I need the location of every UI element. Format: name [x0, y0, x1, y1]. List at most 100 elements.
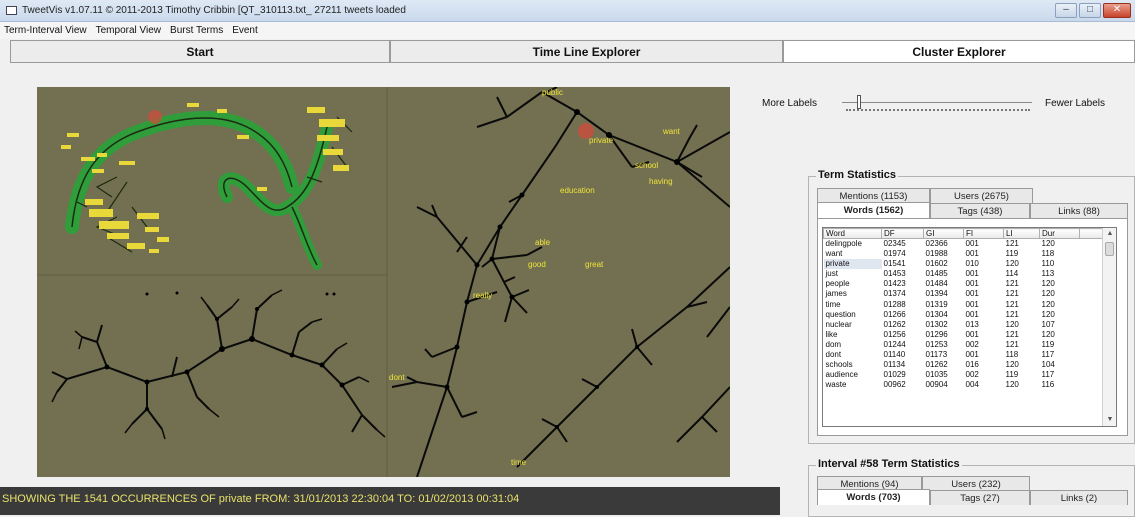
cell-dur: 120	[1041, 329, 1055, 339]
cell-fi: 001	[965, 329, 979, 339]
table-row[interactable]: nuclear 01262 01302 013 120 107	[824, 320, 1104, 330]
cell-fi: 004	[965, 380, 979, 390]
table-row[interactable]: time 01288 01319 001 121 120	[824, 299, 1104, 309]
title-bar: TweetVis v1.07.11 © 2011-2013 Timothy Cr…	[0, 0, 1135, 22]
table-row[interactable]: audience 01029 01035 002 119 117	[824, 370, 1104, 380]
scroll-down-icon[interactable]: ▼	[1103, 414, 1116, 426]
cell-dur: 119	[1041, 339, 1055, 349]
cell-li: 119	[1005, 249, 1019, 259]
tab-start[interactable]: Start	[10, 40, 390, 62]
cell-df: 01974	[883, 249, 906, 259]
table-row[interactable]: waste 00962 00904 004 120 116	[824, 380, 1104, 390]
term-table[interactable]: Word DF GI FI LI Dur delingpole 02345 0236…	[822, 227, 1117, 427]
minimize-button[interactable]: –	[1055, 3, 1077, 18]
cell-word: just	[825, 269, 838, 279]
cell-fi: 001	[965, 349, 979, 359]
cell-fi: 010	[965, 259, 979, 269]
cell-li: 121	[1005, 289, 1019, 299]
table-row[interactable]: want 01974 01988 001 119 118	[824, 249, 1104, 259]
table-row[interactable]: people 01423 01484 001 121 120	[824, 279, 1104, 289]
cell-dur: 113	[1041, 269, 1055, 279]
cell-gi: 02366	[925, 239, 948, 248]
cell-fi: 001	[965, 289, 979, 299]
cell-li: 120	[1005, 360, 1019, 370]
cell-gi: 01173	[925, 349, 948, 359]
table-row[interactable]: dom 01244 01253 002 121 119	[824, 340, 1104, 350]
cell-li: 120	[1005, 319, 1019, 329]
app-icon	[6, 6, 17, 15]
col-gi[interactable]: GI	[923, 228, 964, 239]
node-label-good: good	[528, 260, 546, 269]
node-label-able: able	[535, 238, 551, 247]
interval-tab-words[interactable]: Words (703)	[817, 489, 930, 505]
tab-users[interactable]: Users (2675)	[930, 188, 1033, 203]
node-label-great: great	[585, 260, 604, 269]
scroll-up-icon[interactable]: ▲	[1103, 228, 1116, 240]
cluster-visualization[interactable]: public private want school having educat…	[37, 87, 730, 477]
cell-li: 119	[1005, 370, 1019, 380]
cell-dur: 120	[1041, 299, 1055, 309]
cell-word: waste	[825, 380, 847, 390]
cell-dur: 120	[1041, 289, 1055, 299]
menu-bar: Term-Interval View Temporal View Burst T…	[0, 22, 1135, 39]
menu-term-interval-view[interactable]: Term-Interval View	[4, 25, 87, 36]
cell-fi: 001	[965, 269, 979, 279]
cell-word: people	[825, 279, 850, 289]
cell-word: nuclear	[825, 319, 852, 329]
cell-df: 01374	[883, 289, 906, 299]
tab-words[interactable]: Words (1562)	[817, 202, 930, 218]
col-df[interactable]: DF	[881, 228, 924, 239]
cell-dur: 120	[1041, 309, 1055, 319]
cell-word: audience	[825, 370, 858, 380]
cell-gi: 01485	[925, 269, 948, 279]
table-row[interactable]: just 01453 01485 001 114 113	[824, 269, 1104, 279]
labels-slider-track[interactable]	[842, 102, 1032, 103]
cell-dur: 116	[1041, 380, 1055, 390]
table-row[interactable]: private 01541 01602 010 120 110	[823, 259, 1104, 270]
cluster-graph[interactable]: public private want school having educat…	[37, 87, 730, 477]
labels-slider-thumb[interactable]	[857, 95, 862, 109]
tab-cluster-explorer[interactable]: Cluster Explorer	[783, 40, 1135, 62]
table-row[interactable]: schools 01134 01262 016 120 104	[824, 360, 1104, 370]
col-fi[interactable]: FI	[963, 228, 1004, 239]
cell-dur: 118	[1041, 249, 1055, 259]
cell-df: 01134	[883, 360, 906, 370]
table-row[interactable]: delingpole 02345 02366 001 121 120	[824, 239, 1104, 250]
tab-tags[interactable]: Tags (438)	[930, 203, 1030, 218]
col-dur[interactable]: Dur	[1039, 228, 1080, 239]
term-table-body: delingpole 02345 02366 001 121 120 want 01974 01…	[823, 239, 1104, 391]
tab-links[interactable]: Links (88)	[1030, 203, 1128, 218]
interval-tab-users[interactable]: Users (232)	[922, 476, 1030, 491]
table-row[interactable]: question 01266 01304 001 121 120	[824, 310, 1104, 320]
tab-mentions[interactable]: Mentions (1153)	[817, 188, 930, 203]
cell-gi: 01484	[925, 279, 948, 289]
table-scrollbar[interactable]: ▲ ▼	[1102, 228, 1116, 426]
col-word[interactable]: Word	[823, 228, 882, 239]
cell-li: 121	[1005, 279, 1019, 289]
cluster-bottom-left	[51, 289, 386, 440]
tab-time-line-explorer[interactable]: Time Line Explorer	[390, 40, 783, 62]
cell-fi: 001	[965, 239, 979, 248]
table-row[interactable]: dont 01140 01173 001 118 117	[824, 350, 1104, 360]
menu-burst-terms[interactable]: Burst Terms	[170, 25, 223, 36]
table-row[interactable]: like 01256 01296 001 121 120	[824, 330, 1104, 340]
table-row[interactable]: james 01374 01394 001 121 120	[824, 289, 1104, 299]
fewer-labels-label: Fewer Labels	[1045, 98, 1106, 109]
cell-dur: 117	[1041, 370, 1055, 380]
node-label-want: want	[662, 127, 681, 136]
cell-fi: 016	[965, 360, 979, 370]
cell-gi: 01302	[925, 319, 948, 329]
cell-li: 118	[1005, 349, 1019, 359]
cell-df: 01262	[883, 319, 906, 329]
close-button[interactable]: ✕	[1103, 3, 1131, 18]
interval-tab-tags[interactable]: Tags (27)	[930, 490, 1030, 505]
cell-gi: 01602	[925, 259, 948, 269]
maximize-button[interactable]: □	[1079, 3, 1101, 18]
scroll-thumb[interactable]	[1105, 242, 1114, 256]
cell-gi: 01253	[925, 339, 948, 349]
menu-temporal-view[interactable]: Temporal View	[96, 25, 161, 36]
menu-event[interactable]: Event	[232, 25, 258, 36]
col-li[interactable]: LI	[1003, 228, 1040, 239]
interval-tab-links[interactable]: Links (2)	[1030, 490, 1128, 505]
cell-gi: 01988	[925, 249, 948, 259]
